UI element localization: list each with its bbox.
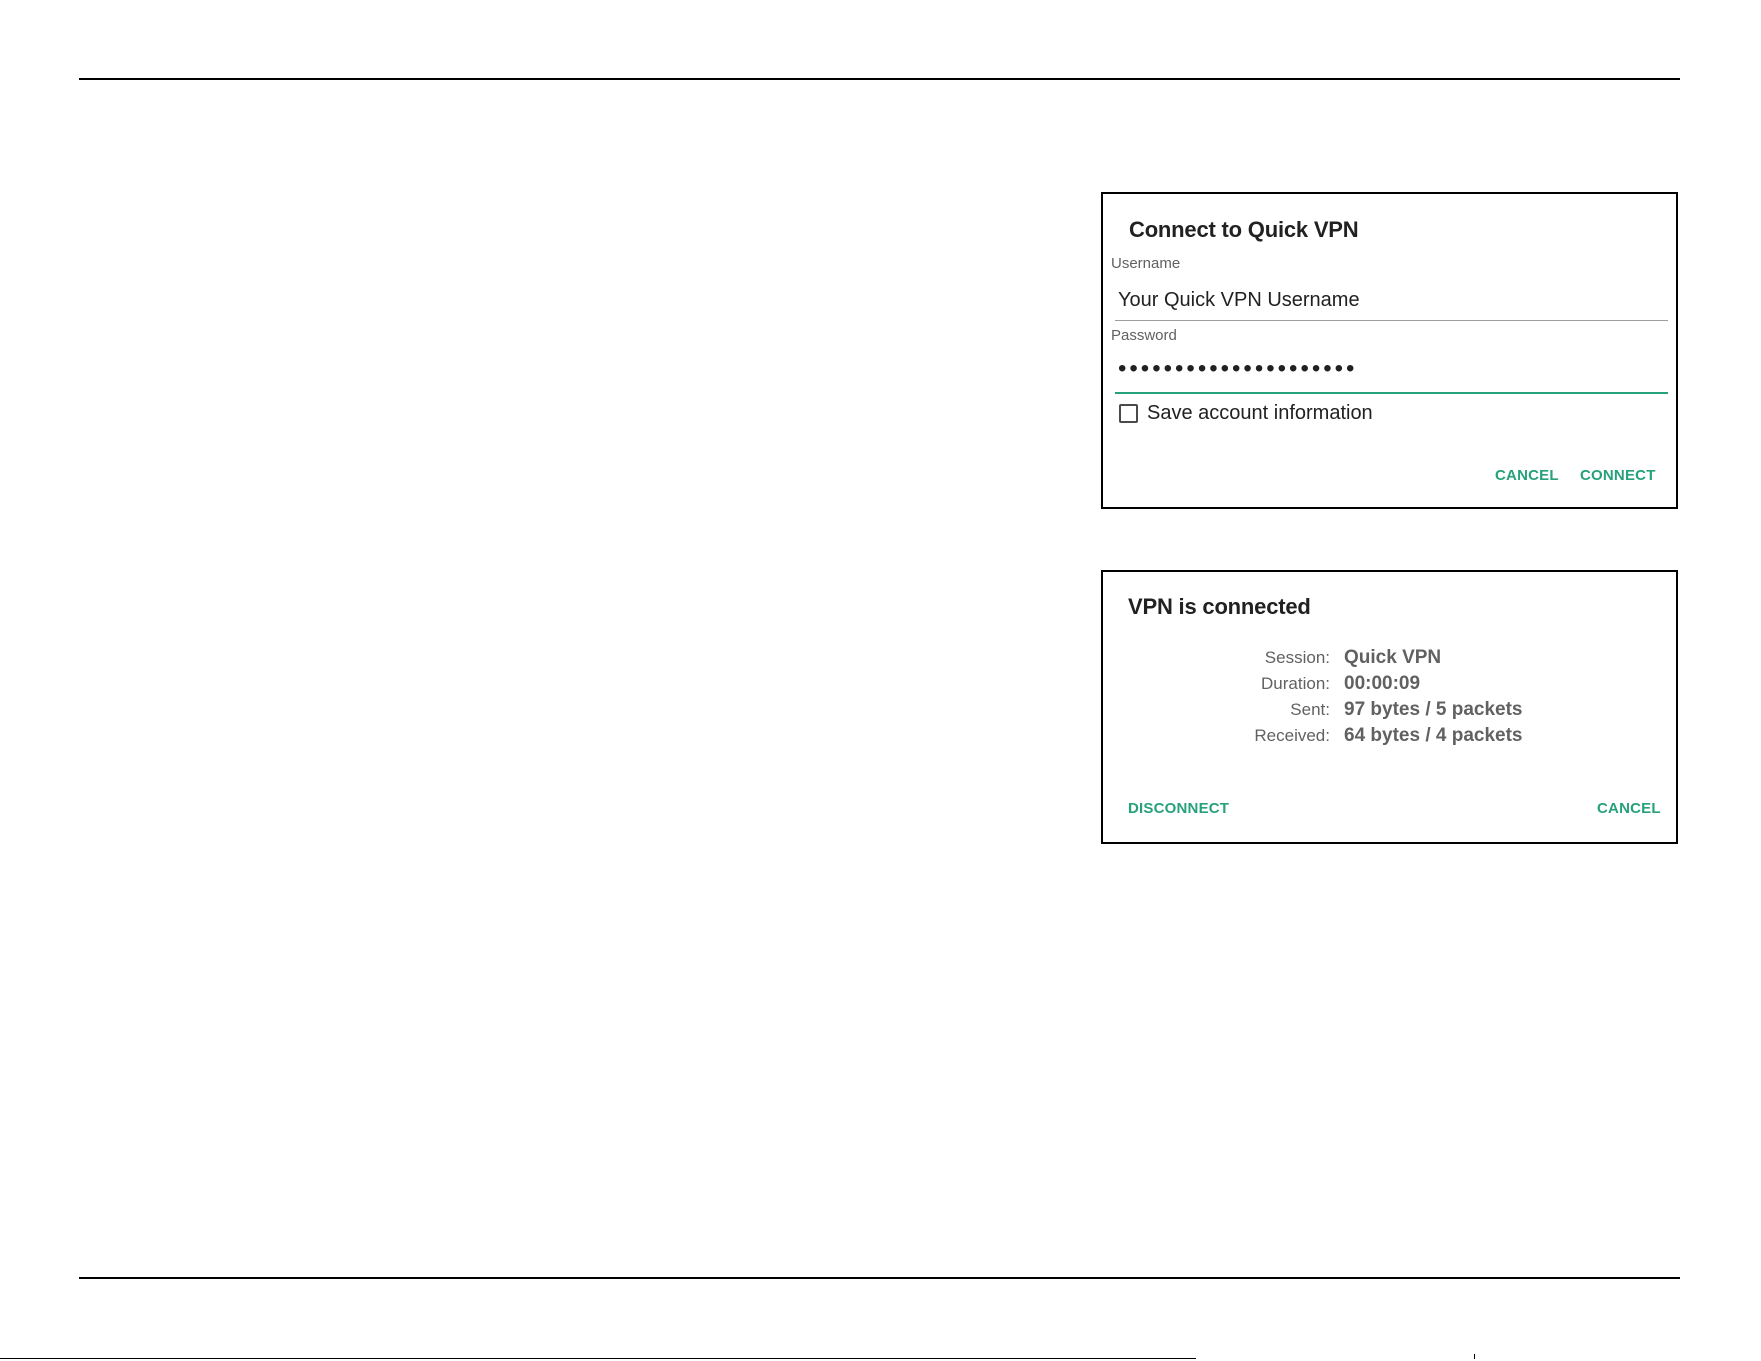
cancel-button[interactable]: CANCEL — [1495, 467, 1559, 484]
info-key: Received: — [1254, 726, 1330, 745]
connect-button[interactable]: CONNECT — [1580, 467, 1656, 484]
footer-divider — [0, 1358, 1196, 1359]
vpn-status-title: VPN is connected — [1128, 594, 1311, 619]
info-row-received: Received: 64 bytes / 4 packets — [1103, 725, 1676, 750]
status-cancel-button[interactable]: CANCEL — [1597, 800, 1661, 817]
footer-mark — [1474, 1354, 1475, 1359]
password-label: Password — [1111, 327, 1177, 344]
info-key: Sent: — [1290, 700, 1330, 719]
info-key: Duration: — [1261, 674, 1330, 693]
info-row-sent: Sent: 97 bytes / 5 packets — [1103, 699, 1676, 724]
info-value: 64 bytes / 4 packets — [1344, 725, 1523, 746]
info-value: Quick VPN — [1344, 647, 1442, 668]
username-value: Your Quick VPN Username — [1118, 289, 1360, 311]
info-row-session: Session: Quick VPN — [1103, 647, 1676, 672]
disconnect-button[interactable]: DISCONNECT — [1128, 800, 1229, 817]
info-key: Session: — [1264, 648, 1330, 667]
info-value: 97 bytes / 5 packets — [1344, 699, 1523, 720]
top-divider — [79, 78, 1680, 80]
password-value: ••••••••••••••••••••• — [1118, 355, 1358, 382]
save-account-checkbox[interactable] — [1119, 404, 1138, 423]
password-field[interactable]: ••••••••••••••••••••• — [1115, 357, 1668, 394]
info-row-duration: Duration: 00:00:09 — [1103, 673, 1676, 698]
username-label: Username — [1111, 255, 1181, 272]
username-field[interactable]: Your Quick VPN Username — [1115, 289, 1668, 321]
save-account-label[interactable]: Save account information — [1147, 402, 1373, 425]
info-value: 00:00:09 — [1344, 673, 1421, 694]
connect-dialog: Connect to Quick VPN Username Your Quick… — [1101, 192, 1678, 509]
vpn-status-dialog: VPN is connected Session: Quick VPN Dura… — [1101, 570, 1678, 844]
bottom-divider — [79, 1277, 1680, 1279]
connect-dialog-title: Connect to Quick VPN — [1129, 217, 1359, 242]
